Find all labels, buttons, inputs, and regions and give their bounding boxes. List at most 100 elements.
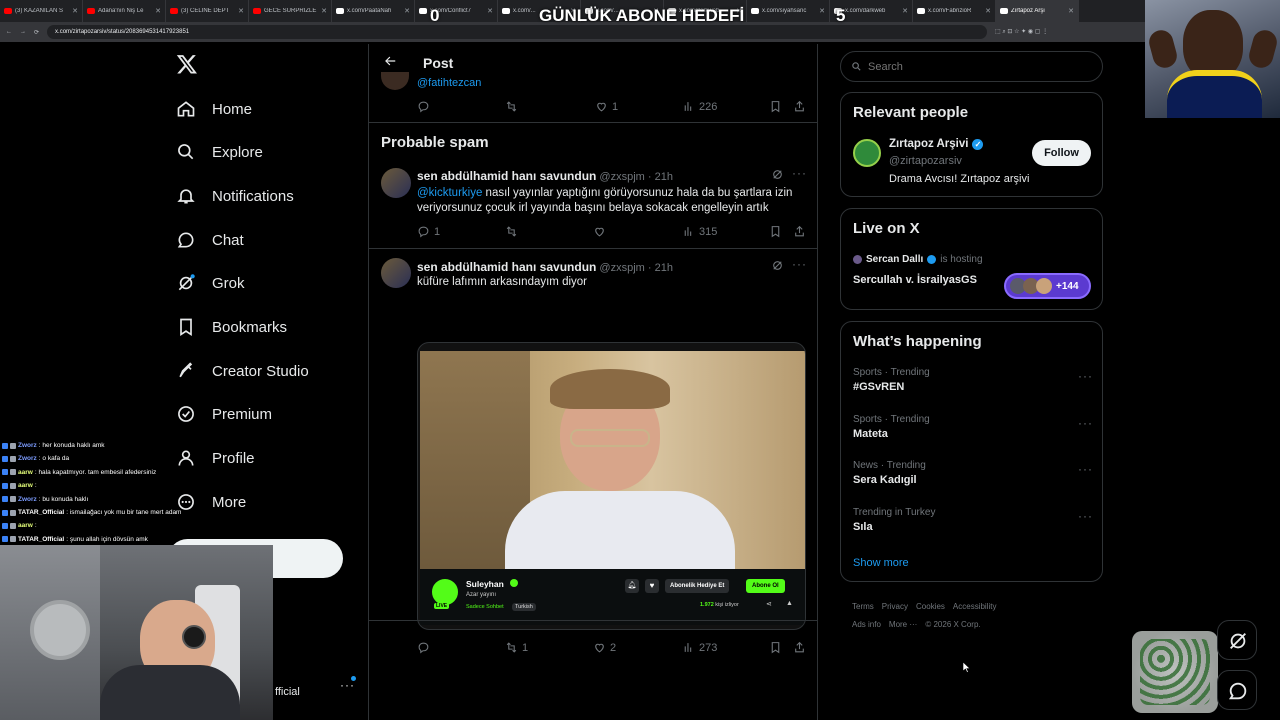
footer-link[interactable]: © 2026 X Corp. [925,620,980,629]
sidebar-item-grok[interactable]: Grok [176,266,245,300]
tweet-time[interactable]: · 21h [648,171,673,183]
x-logo-icon[interactable] [176,53,198,75]
sidebar-item-profile[interactable]: Profile [176,441,255,475]
retweet-button[interactable] [505,100,518,113]
chat-badge-icon [2,522,8,529]
reply-button[interactable] [417,100,430,113]
footer-link[interactable]: Ads info [852,620,881,629]
back-icon[interactable]: ← [6,29,12,35]
show-more-link[interactable]: Show more [853,557,909,569]
close-tab-icon[interactable]: ✕ [985,7,991,15]
browser-tab[interactable]: x.com/FabrizioR ✕ [913,0,996,22]
trend-item[interactable]: Trending in Turkey Sıla ··· [853,507,1093,547]
tweet-media[interactable]: LIVE Suleyhan Azar yayını Sadece Sohbet … [417,342,806,630]
avatar[interactable] [853,139,881,167]
top-reply-handle[interactable]: @fatihtezcan [417,77,481,89]
trend-more-icon[interactable]: ··· [1078,509,1093,523]
browser-tab[interactable]: Adana'nın Niş Le ✕ [83,0,166,22]
back-arrow-icon[interactable] [383,54,397,73]
tweet-handle[interactable]: @zxspjm [599,171,644,183]
search-box[interactable] [840,51,1103,82]
tweet-2[interactable]: sen abdülhamid hanı savundun @zxspjm · 2… [369,252,817,654]
space-listeners-button[interactable]: +144 [1004,273,1091,299]
grok-float-button[interactable] [1217,620,1257,660]
trend-item[interactable]: Sports · Trending #GSvREN ··· [853,367,1093,407]
grok-icon [178,274,195,291]
sidebar-item-notifications[interactable]: Notifications [176,179,294,213]
grok-analyze-icon[interactable] [771,259,784,277]
browser-tab[interactable]: Zırtapoz Arşi ✕ [996,0,1079,22]
tweet-1[interactable]: sen abdülhamid hanı savundun @zxspjm · 2… [369,162,817,248]
sidebar-item-chat[interactable]: Chat [176,223,244,257]
mention-link[interactable]: @kickturkiye [417,187,482,199]
footer-link[interactable]: Privacy [882,602,908,611]
grok-analyze-icon[interactable] [771,168,784,186]
views-count[interactable]: 315 [682,225,717,238]
reply-button[interactable]: 1 [417,225,440,238]
space-host[interactable]: Sercan Dallı is hosting [853,254,983,265]
sidebar-item-premium[interactable]: Premium [176,397,272,431]
more-options-icon[interactable]: ··· [792,257,807,271]
space-title[interactable]: Sercullah v. İsrailyasGS [853,274,977,286]
trend-more-icon[interactable]: ··· [1078,369,1093,383]
like-button[interactable]: 1 [595,100,618,113]
follow-button[interactable]: Follow [1032,140,1091,166]
share-button[interactable] [793,100,806,113]
trend-item[interactable]: Sports · Trending Mateta ··· [853,414,1093,454]
browser-tab[interactable]: (3) KAZANILAN S ✕ [0,0,83,22]
profile-handle[interactable]: @zirtapozarsiv [889,155,962,167]
plant-pot-image [1132,631,1218,713]
avatar[interactable] [381,72,409,90]
close-tab-icon[interactable]: ✕ [238,7,244,15]
share-button[interactable] [793,641,806,654]
chat-text: : [34,522,37,530]
sidebar-item-bookmarks[interactable]: Bookmarks [176,310,287,344]
bookmark-button[interactable] [769,641,782,654]
views-count[interactable]: 273 [682,641,717,654]
extensions-icon[interactable]: ⬚ ⌕ ⊡ ☆ ✦ ◉ ▢ ⋮ [995,28,1048,36]
tweet-author[interactable]: sen abdülhamid hanı savundun [417,260,596,274]
person-icon [178,450,194,466]
browser-tab[interactable]: (3) CELİNE DEPT ✕ [166,0,249,22]
close-tab-icon[interactable]: ✕ [902,7,908,15]
footer-link[interactable]: Accessibility [953,602,997,611]
profile-name[interactable]: Zırtapoz Arşivi ✓ [889,138,984,150]
retweet-button[interactable] [505,225,518,238]
footer-link[interactable]: More ··· [889,620,917,629]
reload-icon[interactable]: ⟳ [34,29,39,36]
like-button[interactable]: 2 [593,641,616,654]
bookmark-button[interactable] [769,100,782,113]
close-tab-icon[interactable]: ✕ [155,7,161,15]
trend-item[interactable]: News · Trending Sera Kadıgil ··· [853,460,1093,500]
tweet-time[interactable]: · 21h [648,262,673,274]
share-button[interactable] [793,225,806,238]
close-tab-icon[interactable]: ✕ [72,7,78,15]
trend-more-icon[interactable]: ··· [1078,462,1093,476]
messages-float-button[interactable] [1217,670,1257,710]
sidebar-item-explore[interactable]: Explore [176,135,263,169]
more-options-icon[interactable]: ··· [792,166,807,180]
trend-more-icon[interactable]: ··· [1078,416,1093,430]
sidebar-item-creator-studio[interactable]: Creator Studio [176,354,309,388]
account-name-partial[interactable]: fficial [275,686,300,698]
stream-video-frame[interactable] [420,351,805,569]
avatar[interactable] [381,258,411,288]
browser-tab[interactable]: GECE SÜRPRİZLE ✕ [249,0,332,22]
reply-button[interactable] [417,641,430,654]
close-tab-icon[interactable]: ✕ [1068,7,1074,15]
tweet-handle[interactable]: @zxspjm [599,262,644,274]
retweet-button[interactable]: 1 [505,641,528,654]
footer-link[interactable]: Cookies [916,602,945,611]
chat-message: Zworz: o kafa da [2,452,69,465]
avatar[interactable] [381,168,411,198]
sidebar-item-home[interactable]: Home [176,92,252,126]
sidebar-item-more[interactable]: More [176,485,246,519]
close-tab-icon[interactable]: ✕ [321,7,327,15]
views-count[interactable]: 226 [682,100,717,113]
bookmark-button[interactable] [769,225,782,238]
footer-link[interactable]: Terms [852,602,874,611]
search-input[interactable] [868,60,1068,73]
like-button[interactable] [593,225,606,238]
forward-icon[interactable]: → [20,29,26,35]
tweet-author[interactable]: sen abdülhamid hanı savundun [417,169,596,183]
